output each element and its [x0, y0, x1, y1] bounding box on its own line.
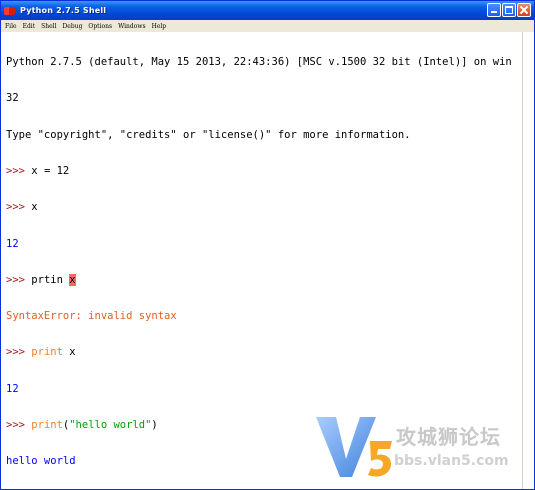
shell-command: x — [31, 201, 38, 214]
menu-file[interactable]: File — [5, 23, 17, 30]
close-button[interactable] — [517, 3, 531, 17]
menu-debug[interactable]: Debug — [63, 23, 83, 30]
menu-edit[interactable]: Edit — [23, 23, 36, 30]
shell-prompt: >>> — [6, 346, 32, 359]
menu-options[interactable]: Options — [88, 23, 112, 30]
watermark-url: bbs.vlan5.com — [394, 453, 509, 469]
minimize-button[interactable] — [487, 3, 501, 17]
window-title: Python 2.7.5 Shell — [20, 6, 107, 15]
v5-logo-icon — [316, 417, 392, 477]
minimize-icon — [491, 11, 497, 13]
paren-close: ) — [151, 419, 158, 431]
shell-prompt: >>> — [6, 201, 32, 214]
watermark-forum-name: 攻城狮论坛 — [396, 425, 501, 449]
maximize-button[interactable] — [502, 3, 516, 17]
shell-input-line: >>> print x — [6, 346, 522, 358]
string-literal: "hello world" — [69, 419, 152, 431]
shell-prompt: >>> — [6, 165, 32, 178]
window-controls — [487, 3, 531, 17]
menu-help[interactable]: Help — [152, 23, 167, 30]
shell-error: SyntaxError: invalid syntax — [6, 310, 177, 323]
keyword-print: print — [31, 346, 63, 359]
shell-input-line: >>> x — [6, 201, 522, 213]
shell-input-line: >>> x = 12 — [6, 165, 522, 177]
watermark: 攻城狮论坛 bbs.vlan5.com — [314, 411, 524, 481]
banner-line: Python 2.7.5 (default, May 15 2013, 22:4… — [6, 56, 512, 69]
banner-line: 32 — [6, 92, 19, 105]
shell-command: x = 12 — [31, 165, 70, 178]
banner-line: Type "copyright", "credits" or "license(… — [6, 128, 411, 141]
python-icon — [4, 6, 16, 16]
shell-prompt: >>> — [6, 419, 32, 431]
title-bar[interactable]: Python 2.7.5 Shell — [1, 1, 534, 20]
maximize-icon — [505, 6, 513, 14]
shell-prompt: >>> — [6, 273, 32, 286]
keyword-print: print — [31, 419, 63, 431]
shell-command: prtin — [31, 273, 70, 286]
idle-shell-window: Python 2.7.5 Shell File Edit Shell Debug… — [0, 0, 535, 490]
menu-shell[interactable]: Shell — [41, 23, 56, 30]
shell-output: 12 — [6, 382, 19, 395]
shell-command: x — [62, 346, 76, 359]
menu-bar: File Edit Shell Debug Options Windows He… — [1, 20, 534, 32]
shell-input-line: >>> prtin x — [6, 273, 522, 286]
syntax-error-highlight: x — [69, 273, 76, 286]
shell-output: 12 — [6, 237, 19, 250]
menu-windows[interactable]: Windows — [118, 23, 146, 30]
